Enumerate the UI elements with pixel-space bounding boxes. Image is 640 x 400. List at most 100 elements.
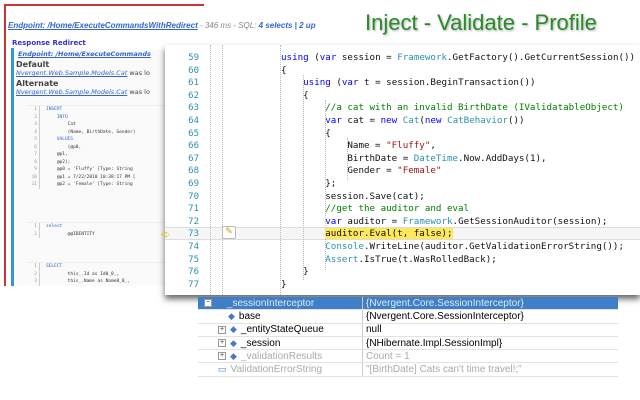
alternate-suffix: was lo: [127, 88, 150, 96]
expand-icon[interactable]: +: [218, 352, 226, 361]
watch-name: base: [238, 310, 261, 322]
watch-name: _entityStateQueue: [240, 324, 324, 336]
line-number: 64: [188, 116, 199, 126]
sql-text: @p2);: [46, 159, 71, 165]
code-line[interactable]: Console.WriteLine(auditor.GetValidationE…: [281, 241, 624, 252]
sql-line: 3 this_.Name as Name0_0_,: [26, 278, 166, 286]
line-number: 69: [188, 179, 199, 189]
sql-line-number: 1: [26, 106, 40, 114]
code-line[interactable]: }: [281, 266, 309, 277]
sql-line: 4 (Name, BirthDate, Gender): [26, 128, 166, 136]
watch-value: null: [366, 324, 382, 336]
slide-title: Inject - Validate - Profile: [365, 10, 597, 35]
sql-text: (Name, BirthDate, Gender): [46, 129, 136, 135]
code-line[interactable]: //get the auditor and eval: [281, 203, 469, 214]
sql-line-number: 2: [26, 230, 40, 238]
gutter-divider: [222, 45, 223, 295]
sql-line-number: 1: [26, 223, 40, 231]
sql-line-number: 10: [26, 173, 40, 181]
collapse-icon[interactable]: −: [204, 299, 212, 308]
watch-row[interactable]: ◆ base {Nvergent.Core.SessionInterceptor}: [198, 310, 618, 324]
watch-name: ValidationErrorString: [230, 364, 323, 376]
code-line[interactable]: auditor.Eval(t, false);: [281, 228, 453, 240]
code-line[interactable]: {: [281, 90, 309, 101]
line-number: 73: [188, 229, 199, 240]
code-line[interactable]: Name = "Fluffy",: [281, 140, 436, 151]
watch-row[interactable]: + ◆ _validationResults Count = 1: [198, 350, 618, 364]
line-number: 67: [188, 153, 199, 164]
sql-text: this_.Id as Id0_0_,: [46, 271, 120, 277]
line-number: 75: [188, 254, 199, 265]
code-line[interactable]: };: [281, 178, 336, 189]
line-number: 63: [188, 103, 199, 114]
sql-summary[interactable]: 4 selects | 2 up: [259, 21, 316, 30]
line-number: 68: [188, 166, 199, 177]
sql-text: INTO: [46, 114, 68, 120]
endpoint-link[interactable]: Endpoint: /Home/ExecuteCommandsWithRedir…: [8, 21, 198, 30]
sql-line-number: 9: [26, 166, 40, 174]
watch-name: _validationResults: [240, 350, 323, 362]
watch-row[interactable]: + ◆ _entityStateQueue null: [198, 323, 618, 337]
edit-pencil-icon[interactable]: ✎: [222, 226, 236, 239]
code-line[interactable]: BirthDate = DateTime.Now.AddDays(1),: [281, 153, 546, 164]
expand-icon[interactable]: +: [218, 325, 226, 334]
sql-text: @p1,: [46, 152, 68, 157]
alternate-link[interactable]: Nvergent.Web.Sample.Models.Cat: [16, 88, 127, 96]
code-line[interactable]: using (var t = session.BeginTransaction(…: [281, 77, 535, 88]
sql-line-number: 3: [26, 121, 40, 129]
line-number: 61: [188, 78, 199, 89]
nesting-bar: [11, 48, 14, 286]
line-number: 71: [188, 204, 199, 215]
line-number: 60: [188, 65, 199, 76]
inner-endpoint-link[interactable]: Endpoint: /Home/ExecuteCommands: [16, 50, 166, 58]
code-line[interactable]: var cat = new Cat(new CatBehavior()): [281, 115, 524, 126]
sql-line-number: 4: [26, 128, 40, 136]
code-line[interactable]: {: [281, 128, 331, 139]
line-number: 77: [188, 279, 199, 290]
code-line[interactable]: //a cat with an invalid BirthDate (IVali…: [281, 102, 624, 113]
watch-value: Count = 1: [366, 350, 410, 362]
sql-line: 1 select: [26, 223, 166, 231]
expand-icon[interactable]: +: [218, 339, 226, 348]
code-line[interactable]: var auditor = Framework.GetSessionAudito…: [281, 216, 607, 227]
field-icon: ◆: [216, 297, 223, 308]
code-line[interactable]: using (var session = Framework.GetFactor…: [281, 52, 635, 63]
sql-text: VALUES: [46, 137, 74, 142]
response-redirect-label: Response Redirect: [12, 39, 86, 47]
field-icon: ◆: [230, 324, 237, 335]
code-line[interactable]: {: [281, 65, 287, 76]
code-line[interactable]: Assert.IsTrue(t.WasRolledBack);: [281, 254, 497, 265]
watch-value: "[BirthDate] Cats can't time travel!;": [366, 364, 522, 376]
sql-block: 1 SELECT 2 this_.Id as Id0_0_, 3 this_.Name…: [26, 262, 166, 286]
field-icon: ◆: [230, 337, 237, 348]
default-link[interactable]: Nvergent.Web.Sample.Models.Cat: [16, 69, 127, 77]
sql-text: @@IDENTITY: [46, 231, 95, 237]
default-heading: Default: [16, 60, 50, 69]
sql-line-number: 3: [26, 278, 40, 286]
sql-line-number: 2: [26, 113, 40, 121]
line-number: 59: [188, 53, 199, 63]
sql-block: 1 INSERT 2 INTO 3 Cat 4 (Name, BirthDate, Ge…: [26, 105, 166, 189]
sql-text: Cat: [46, 122, 76, 127]
field-icon: ◆: [228, 310, 235, 321]
sql-line-number: 6: [26, 143, 40, 151]
line-number: 62: [188, 90, 199, 101]
code-line[interactable]: session.Save(cat);: [281, 191, 425, 202]
code-line[interactable]: Gender = "Female": [281, 165, 441, 176]
code-editor[interactable]: 59 60 61 62 63 64 65 66 67 68 69 70 71 72 73 74 75 76 77 u…: [165, 45, 640, 295]
watch-row[interactable]: − ◆ _sessionInterceptor {Nvergent.Core.Sess…: [198, 297, 618, 311]
watch-row[interactable]: ▭ ValidationErrorString "[BirthDate] Cats …: [198, 363, 618, 377]
code-line[interactable]: }: [281, 279, 287, 290]
sql-line-number: 5: [26, 136, 40, 144]
sql-text: select: [46, 224, 63, 229]
sql-text: @p1 = 7/22/2010 10:38:17 PM [: [46, 174, 136, 180]
execution-pointer-icon: ➪: [161, 228, 171, 241]
watch-window[interactable]: − ◆ _sessionInterceptor {Nvergent.Core.Sess…: [198, 297, 618, 377]
sql-line: 2 @@IDENTITY: [26, 230, 166, 238]
sql-line-number: 8: [26, 158, 40, 166]
sql-line: 1 INSERT: [26, 106, 166, 114]
sql-line: 2 INTO: [26, 113, 166, 121]
sql-line: 9 @p0 = 'Fluffy' [Type: String: [26, 166, 166, 174]
sql-line: 5 VALUES: [26, 136, 166, 144]
watch-row[interactable]: + ◆ _session {NHibernate.Impl.SessionImpl}: [198, 336, 618, 351]
